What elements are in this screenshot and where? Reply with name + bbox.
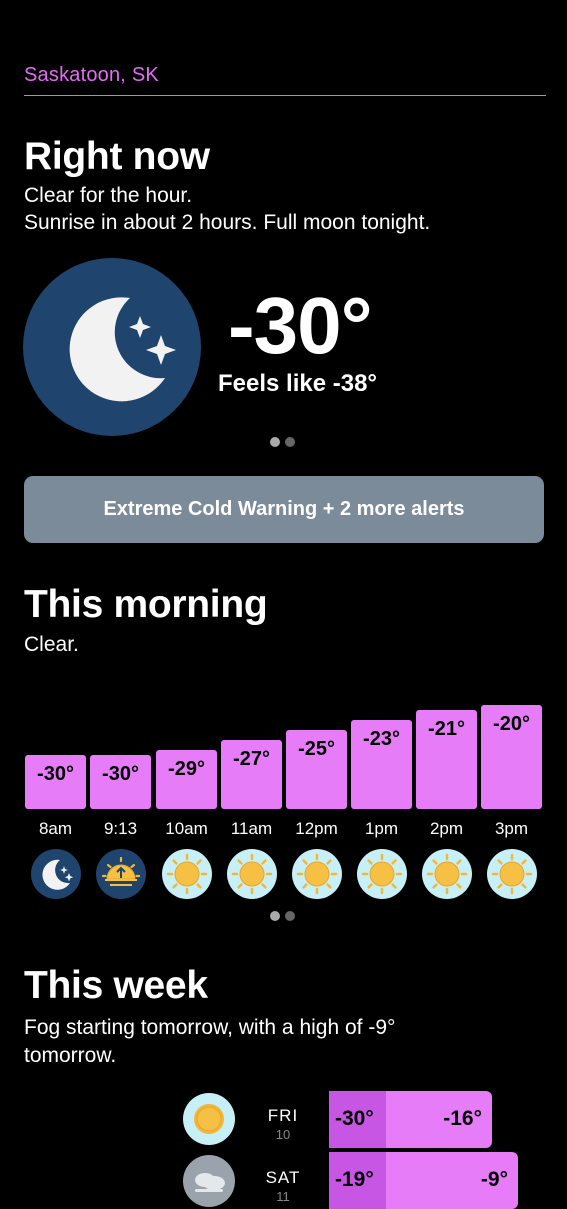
sun-icon: [487, 849, 537, 899]
moon-stars-icon: [31, 849, 81, 899]
day-name: SAT: [265, 1168, 301, 1187]
hour-label: 11am: [230, 819, 273, 838]
hour-label: 8am: [38, 819, 73, 838]
fog-icon: [183, 1155, 235, 1207]
day-name: FRI: [267, 1106, 299, 1125]
page-dot-active: [270, 911, 280, 921]
hour-label: 10am: [165, 819, 208, 838]
sun-icon: [422, 849, 472, 899]
right-now-heading: Right now: [24, 135, 210, 178]
right-now-detail: Sunrise in about 2 hours. Full moon toni…: [24, 211, 431, 234]
sunrise-icon: [96, 849, 146, 899]
location-title[interactable]: Saskatoon, SK: [24, 64, 546, 96]
hourly-page-indicator[interactable]: [270, 911, 300, 921]
right-now-summary: Clear for the hour.: [24, 184, 193, 207]
page-dot-active: [270, 437, 280, 447]
day-high: -16°: [443, 1107, 482, 1130]
hourly-temp-bar[interactable]: -30°: [90, 755, 151, 809]
hour-label: 12pm: [295, 819, 338, 838]
day-temp-range[interactable]: -30° -16°: [329, 1091, 492, 1148]
alerts-button[interactable]: Extreme Cold Warning + 2 more alerts: [24, 476, 544, 543]
page-dot: [285, 437, 295, 447]
sun-icon: [292, 849, 342, 899]
this-morning-summary: Clear.: [24, 633, 79, 656]
hourly-temp-bar[interactable]: -21°: [416, 710, 477, 809]
day-date: 11: [276, 1189, 290, 1204]
sun-icon: [162, 849, 212, 899]
hour-label: 3pm: [494, 819, 529, 838]
this-week-summary-2: tomorrow.: [24, 1044, 117, 1067]
day-temp-range[interactable]: -19° -9°: [329, 1152, 518, 1209]
hourly-temp-bar[interactable]: -23°: [351, 720, 412, 809]
sun-icon: [227, 849, 277, 899]
sun-icon: [183, 1093, 235, 1145]
hour-label: 1pm: [364, 819, 399, 838]
day-date: 10: [275, 1127, 291, 1142]
hourly-temp-bar[interactable]: -25°: [286, 730, 347, 809]
day-low: -19°: [335, 1168, 374, 1191]
current-temperature: -30°: [228, 281, 373, 370]
day-low: -30°: [335, 1107, 374, 1130]
this-week-heading: This week: [24, 964, 208, 1007]
hourly-temp-bar[interactable]: -29°: [156, 750, 217, 809]
hour-label: 9:13: [103, 819, 138, 838]
moon-stars-icon: [23, 258, 201, 436]
page-dot: [285, 911, 295, 921]
hourly-temp-bar[interactable]: -27°: [221, 740, 282, 809]
feels-like: Feels like -38°: [218, 370, 378, 397]
hourly-temp-bar[interactable]: -20°: [481, 705, 542, 809]
hour-label: 2pm: [429, 819, 464, 838]
this-morning-heading: This morning: [24, 583, 268, 626]
sun-icon: [357, 849, 407, 899]
page-indicator[interactable]: [270, 437, 300, 447]
this-week-summary: Fog starting tomorrow, with a high of -9…: [24, 1016, 396, 1039]
hourly-temp-bar[interactable]: -30°: [25, 755, 86, 809]
day-high: -9°: [480, 1168, 508, 1191]
